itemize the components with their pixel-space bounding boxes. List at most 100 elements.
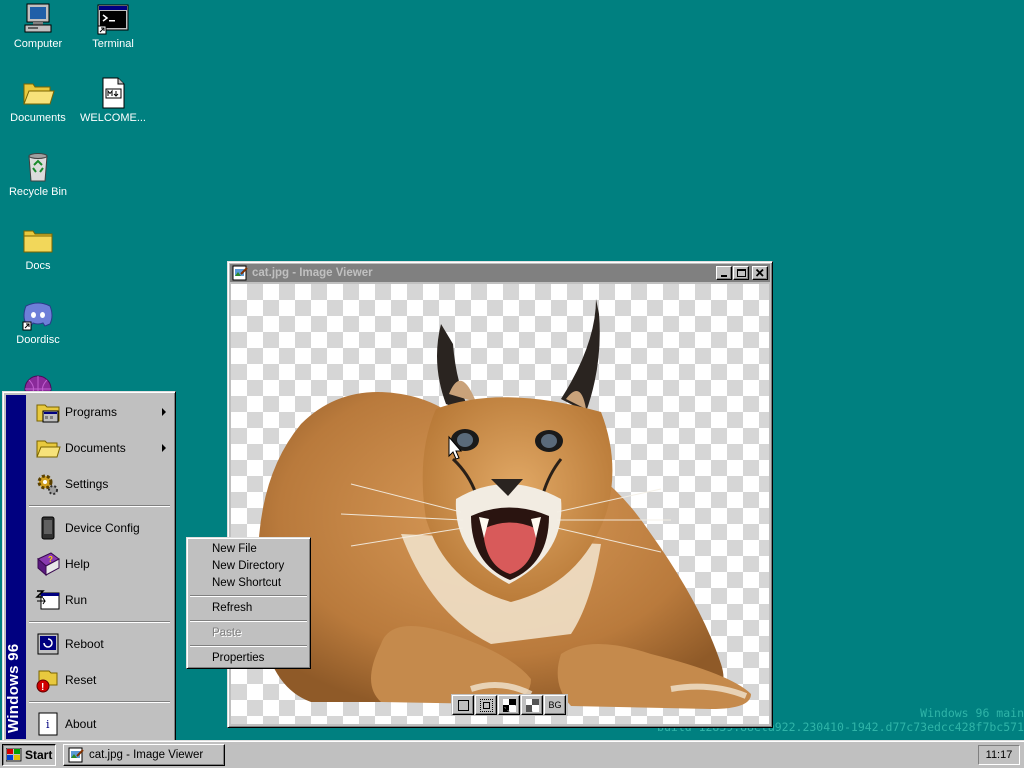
terminal-icon [96, 2, 130, 36]
about-icon: i [35, 711, 61, 737]
run-icon [35, 587, 61, 613]
viewer-toolbar: BG [451, 694, 568, 716]
start-menu-items: Programs Documents Settings Device Confi… [27, 394, 172, 740]
checker-light-icon [503, 699, 516, 712]
close-icon [755, 268, 764, 277]
desktop-icon-welcome[interactable]: WELCOME... [76, 76, 150, 125]
minimize-icon [721, 275, 727, 277]
desktop-icon-label: Terminal [92, 38, 134, 50]
image-viewer-icon [68, 747, 84, 763]
fit-window-button[interactable] [452, 695, 474, 715]
svg-text:?: ? [48, 555, 53, 564]
start-item-label: Reboot [65, 637, 104, 651]
background-button[interactable]: BG [544, 695, 566, 715]
desktop-icon-label: Docs [25, 260, 51, 272]
taskbar: Start cat.jpg - Image Viewer 11:17 [0, 740, 1024, 768]
markdown-file-icon [96, 76, 130, 110]
maximize-icon [737, 269, 746, 277]
start-item-label: Help [65, 557, 90, 571]
desktop-context-menu[interactable]: New File New Directory New Shortcut Refr… [186, 537, 311, 669]
context-item-paste: Paste [212, 627, 242, 639]
start-menu[interactable]: Windows 96 Programs Documents Settings D… [2, 391, 176, 740]
svg-text:!: ! [41, 682, 44, 693]
start-item-settings[interactable]: Settings [27, 466, 172, 502]
fit-window-icon [458, 700, 469, 711]
start-item-reboot[interactable]: Reboot [27, 626, 172, 662]
start-item-reset[interactable]: ! Reset [27, 662, 172, 698]
context-item-new-file[interactable]: New File [189, 541, 308, 558]
start-button[interactable]: Start [2, 744, 56, 766]
start-item-help[interactable]: ? Help [27, 546, 172, 582]
image-canvas[interactable]: BG [231, 284, 769, 724]
system-tray-clock[interactable]: 11:17 [978, 745, 1020, 765]
desktop[interactable]: Computer Terminal Documents WELCOME... R… [0, 0, 1024, 740]
start-item-label: Programs [65, 405, 118, 419]
desktop-icon-terminal[interactable]: Terminal [76, 2, 150, 51]
reboot-icon [35, 631, 61, 657]
taskbar-button-image-viewer[interactable]: cat.jpg - Image Viewer [63, 744, 225, 766]
reset-icon: ! [35, 667, 61, 693]
window-titlebar[interactable]: cat.jpg - Image Viewer [230, 264, 770, 282]
context-menu-separator [189, 592, 308, 600]
desktop-icon-docs[interactable]: Docs [1, 224, 75, 273]
start-menu-banner: Windows 96 [5, 395, 26, 739]
discord-icon [21, 298, 55, 332]
start-item-documents[interactable]: Documents [27, 430, 172, 466]
start-item-label: Run [65, 593, 88, 607]
desktop-icon-label: Recycle Bin [8, 186, 68, 198]
start-item-label: Documents [65, 441, 126, 455]
context-menu-separator [189, 642, 308, 650]
start-item-label: Device Config [65, 521, 140, 535]
recycle-bin-icon [21, 150, 55, 184]
image-viewer-icon [232, 265, 248, 281]
minimize-button[interactable] [716, 266, 732, 280]
start-item-programs[interactable]: Programs [27, 394, 172, 430]
maximize-button[interactable] [733, 266, 749, 280]
desktop-icon-doordisc[interactable]: Doordisc [1, 298, 75, 347]
help-book-icon: ? [35, 551, 61, 577]
desktop-icon-documents[interactable]: Documents [1, 76, 75, 125]
start-item-device-config[interactable]: Device Config [27, 510, 172, 546]
start-item-label: Reset [65, 673, 97, 687]
window-title: cat.jpg - Image Viewer [252, 267, 373, 279]
context-item-new-shortcut[interactable]: New Shortcut [189, 575, 308, 592]
desktop-icon-recycle-bin[interactable]: Recycle Bin [1, 150, 75, 199]
context-item-properties[interactable]: Properties [189, 650, 308, 667]
checker-dark-icon [526, 699, 539, 712]
device-icon [35, 515, 61, 541]
close-button[interactable] [752, 266, 768, 280]
start-button-label: Start [25, 748, 53, 762]
desktop-icon-label: Doordisc [16, 334, 60, 346]
windows-logo-icon [5, 747, 22, 762]
start-menu-separator [27, 502, 172, 510]
documents-icon [35, 435, 61, 461]
checker-dark-button[interactable] [521, 695, 543, 715]
taskbar-button-label: cat.jpg - Image Viewer [89, 749, 204, 761]
submenu-arrow-icon [162, 444, 166, 452]
actual-size-button[interactable] [475, 695, 497, 715]
start-item-label: About [65, 717, 97, 731]
programs-icon [35, 399, 61, 425]
settings-icon [35, 471, 61, 497]
desktop-icon-computer[interactable]: Computer [1, 2, 75, 51]
computer-icon [21, 2, 55, 36]
folder-icon [21, 224, 55, 258]
folder-open-icon [21, 76, 55, 110]
start-item-run[interactable]: Run [27, 582, 172, 618]
desktop-icon-label: WELCOME... [79, 112, 146, 124]
context-item-refresh[interactable]: Refresh [189, 600, 308, 617]
start-menu-separator [27, 618, 172, 626]
actual-size-icon [480, 699, 493, 712]
start-menu-separator [27, 698, 172, 706]
checker-light-button[interactable] [498, 695, 520, 715]
context-item-new-directory[interactable]: New Directory [189, 558, 308, 575]
submenu-arrow-icon [162, 408, 166, 416]
start-banner-text: Windows 96 [5, 643, 22, 733]
start-item-about[interactable]: i About [27, 706, 172, 740]
cat-image [257, 299, 751, 709]
desktop-icon-label: Documents [10, 112, 66, 124]
background-icon: BG [548, 700, 562, 710]
svg-text:i: i [46, 718, 50, 731]
context-menu-separator [189, 617, 308, 625]
start-item-label: Settings [65, 477, 109, 491]
